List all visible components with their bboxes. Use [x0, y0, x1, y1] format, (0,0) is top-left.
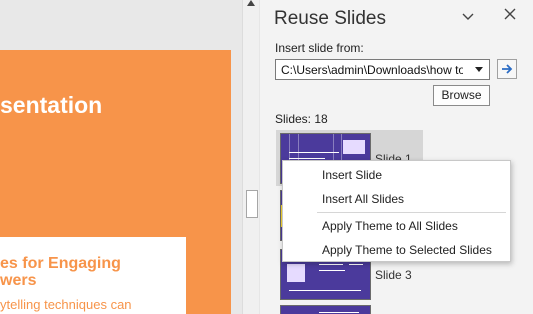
slide-box-title-line2: wers [0, 272, 37, 289]
scrollbar-thumb[interactable] [246, 190, 258, 218]
menu-item-apply-theme-selected[interactable]: Apply Theme to Selected Slides [283, 238, 510, 262]
slide-content-box[interactable]: es for Engaging wers ytelling techniques… [0, 237, 186, 314]
thumbnail-context-menu: Insert Slide Insert All Slides Apply The… [282, 160, 511, 262]
go-arrow-button[interactable] [497, 59, 517, 79]
browse-button[interactable]: Browse [433, 85, 490, 106]
slide-title[interactable]: sentation [0, 92, 102, 119]
menu-item-insert-all-slides[interactable]: Insert All Slides [283, 187, 510, 211]
slides-count: Slides: 18 [275, 112, 328, 126]
pane-title: Reuse Slides [274, 8, 386, 29]
vertical-scrollbar[interactable] [242, 0, 259, 314]
chevron-down-icon[interactable] [462, 10, 474, 24]
slide-box-body: ytelling techniques can [0, 297, 132, 312]
slide-thumbnail-3-label: Slide 3 [375, 268, 412, 282]
slide-canvas[interactable]: sentation es for Engaging wers ytelling … [0, 50, 231, 314]
file-path-combobox[interactable]: C:\Users\admin\Downloads\how to [275, 59, 490, 80]
arrow-right-icon [502, 64, 513, 74]
menu-separator [317, 212, 506, 213]
close-icon[interactable] [504, 7, 516, 25]
dropdown-arrow-icon[interactable] [475, 67, 483, 72]
insert-from-label: Insert slide from: [275, 41, 364, 55]
menu-item-apply-theme-all[interactable]: Apply Theme to All Slides [283, 214, 510, 238]
reuse-slides-pane: Reuse Slides Insert slide from: C:\Users… [260, 0, 533, 314]
file-path-value[interactable]: C:\Users\admin\Downloads\how to [281, 63, 463, 77]
slide-editor: sentation es for Engaging wers ytelling … [0, 0, 242, 314]
scroll-up-icon[interactable] [247, 0, 255, 6]
menu-item-insert-slide[interactable]: Insert Slide [283, 163, 510, 187]
slide-box-title-line1: es for Engaging [0, 255, 121, 272]
slide-thumbnail-4[interactable] [280, 305, 371, 314]
slide-box-title: es for Engaging wers [0, 255, 121, 289]
